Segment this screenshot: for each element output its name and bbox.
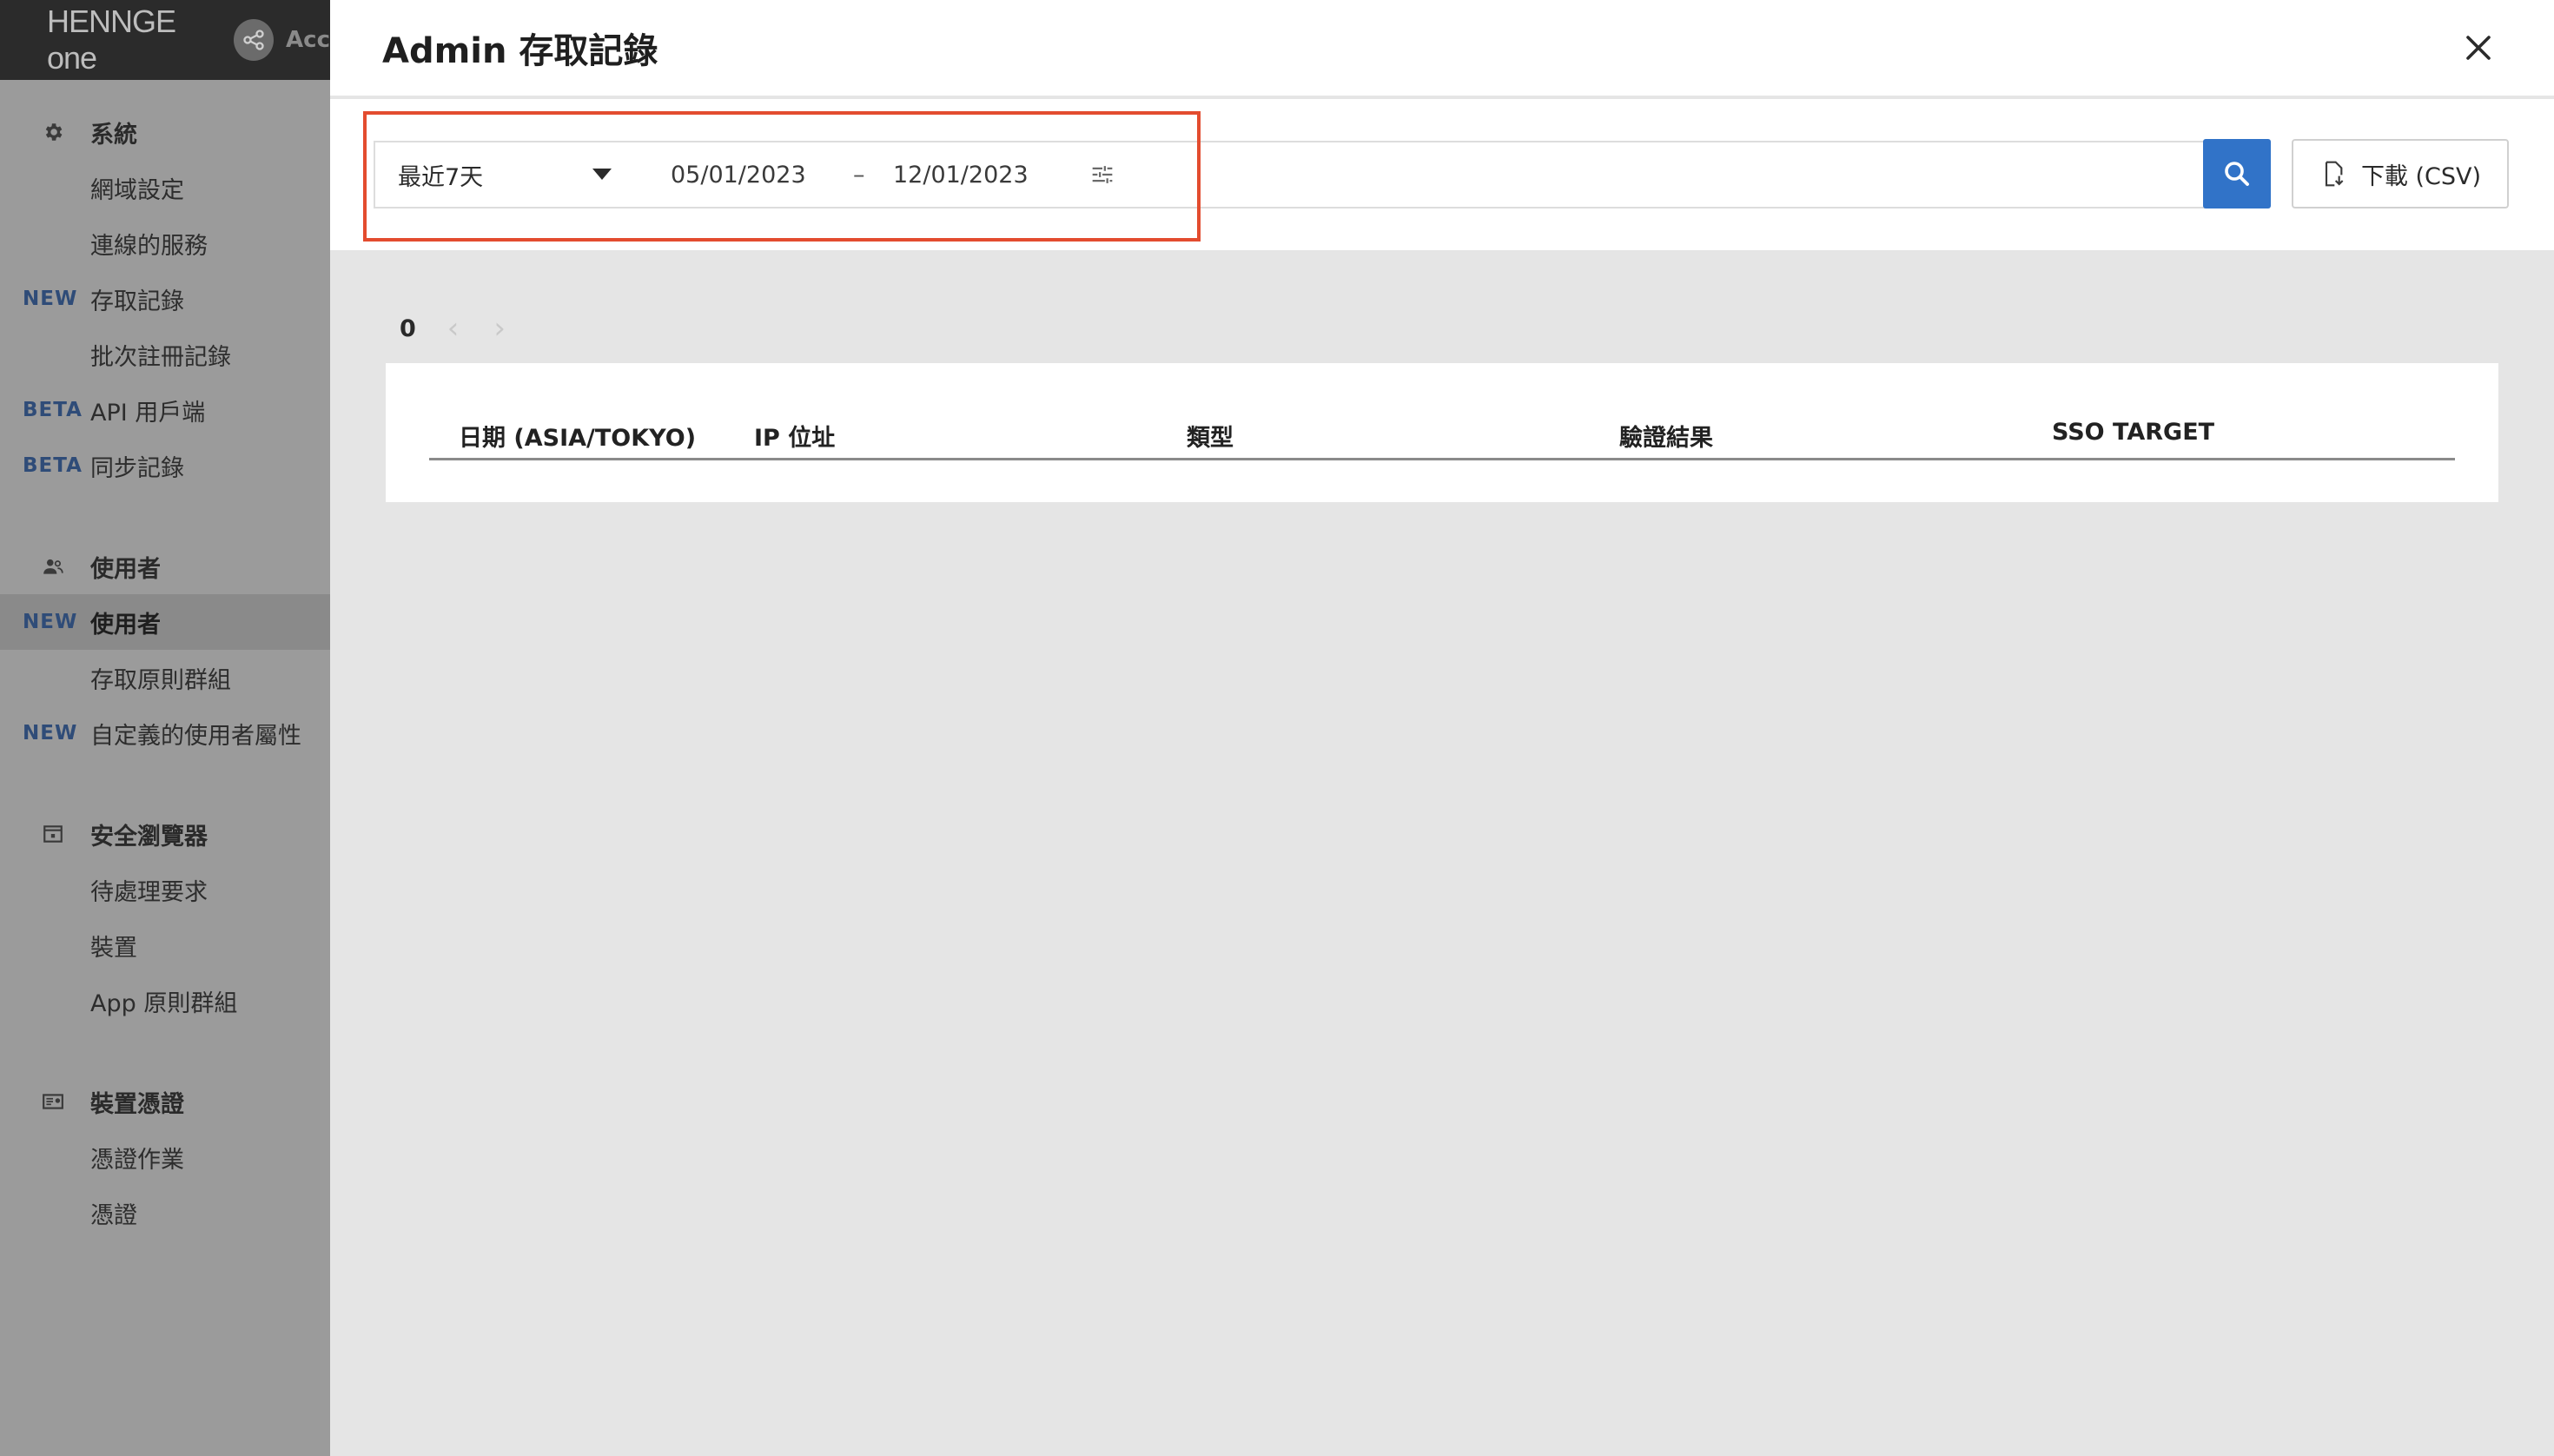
- sidebar-item-custom-user-attributes[interactable]: NEW 自定義的使用者屬性: [0, 705, 330, 761]
- sidebar-item-label: 同步記錄: [90, 454, 184, 482]
- sidebar-item-label: 批次註冊記錄: [90, 343, 231, 371]
- panel-header: Admin 存取記錄: [330, 0, 2554, 97]
- beta-badge: BETA: [23, 399, 83, 421]
- column-header-date[interactable]: 日期 (ASIA/TOKYO): [459, 419, 696, 453]
- sidebar-group-label: 使用者: [90, 555, 161, 583]
- sidebar-item-certificate-jobs[interactable]: 憑證作業: [0, 1129, 330, 1185]
- page-title: Admin 存取記錄: [382, 31, 658, 71]
- date-separator: –: [853, 161, 865, 189]
- sidebar-group-secure-browser: 安全瀏覽器: [0, 806, 330, 862]
- sidebar-item-label: 網域設定: [90, 176, 184, 204]
- access-log-panel: Admin 存取記錄 最近7天 05/01/2023 – 12/01/2023: [330, 0, 2554, 1456]
- sidebar-group-device-certificates: 裝置憑證: [0, 1074, 330, 1129]
- app-root: HENNGE one Acc 系統 網域設定 連線的服務 NEW 存取記錄 批次…: [0, 0, 2554, 1456]
- date-from-field[interactable]: 05/01/2023: [671, 142, 844, 207]
- search-icon: [2225, 162, 2249, 186]
- sidebar-item-access-logs[interactable]: NEW 存取記錄: [0, 271, 330, 327]
- table-header: 日期 (ASIA/TOKYO) IP 位址 類型 驗證結果 SSO TARGET: [429, 407, 2455, 460]
- sidebar-item-label: 自定義的使用者屬性: [90, 722, 301, 750]
- close-icon: [2466, 36, 2491, 60]
- sidebar-item-bulk-registration-logs[interactable]: 批次註冊記錄: [0, 327, 330, 382]
- sidebar-item-label: API 用戶端: [90, 399, 206, 427]
- sidebar-group-label: 裝置憑證: [90, 1090, 184, 1118]
- device-certificate-icon: [40, 1089, 66, 1115]
- sidebar-item-domain-settings[interactable]: 網域設定: [0, 160, 330, 215]
- brand-logo-icon: [234, 19, 275, 61]
- brand-bar: HENNGE one Acc: [0, 0, 330, 80]
- access-log-table: 日期 (ASIA/TOKYO) IP 位址 類型 驗證結果 SSO TARGET: [386, 363, 2498, 502]
- download-file-icon: [2325, 161, 2344, 187]
- sidebar-group-label: 安全瀏覽器: [90, 823, 208, 850]
- sidebar-item-label: 憑證作業: [90, 1146, 184, 1174]
- column-header-auth-result[interactable]: 驗證結果: [1619, 419, 1713, 453]
- column-header-sso-target[interactable]: SSO TARGET: [2052, 419, 2214, 446]
- sidebar-group-label: 系統: [90, 121, 137, 149]
- secure-browser-icon: [40, 821, 66, 847]
- date-range-select[interactable]: 最近7天: [377, 142, 629, 207]
- sidebar-item-pending-requests[interactable]: 待處理要求: [0, 862, 330, 917]
- filter-settings-icon[interactable]: [1088, 160, 1117, 189]
- result-count: 0: [400, 314, 416, 342]
- sidebar-group-users: 使用者: [0, 539, 330, 594]
- pagination: 0 ‹ ›: [400, 309, 506, 347]
- gear-icon: [40, 119, 66, 145]
- new-badge: NEW: [23, 722, 78, 745]
- sidebar-item-label: 裝置: [90, 934, 137, 962]
- column-header-ip[interactable]: IP 位址: [754, 419, 835, 453]
- sidebar-item-label: 憑證: [90, 1201, 137, 1229]
- sidebar-item-api-clients[interactable]: BETA API 用戶端: [0, 382, 330, 438]
- search-button[interactable]: [2203, 139, 2271, 208]
- sidebar: HENNGE one Acc 系統 網域設定 連線的服務 NEW 存取記錄 批次…: [0, 0, 330, 1456]
- sidebar-item-label: 連線的服務: [90, 232, 208, 260]
- beta-badge: BETA: [23, 454, 83, 477]
- close-button[interactable]: [2455, 24, 2502, 71]
- sidebar-item-sync-logs[interactable]: BETA 同步記錄: [0, 438, 330, 493]
- sidebar-item-app-policy-groups[interactable]: App 原則群組: [0, 973, 330, 1029]
- brand-extra: Acc: [286, 27, 330, 53]
- new-badge: NEW: [23, 288, 78, 310]
- download-csv-label: 下載 (CSV): [2360, 162, 2482, 190]
- sidebar-item-label: 使用者: [90, 611, 161, 639]
- sidebar-nav: 系統 網域設定 連線的服務 NEW 存取記錄 批次註冊記錄 BETA API 用…: [0, 104, 330, 1241]
- date-to-field[interactable]: 12/01/2023: [893, 142, 1067, 207]
- users-icon: [40, 553, 66, 579]
- sidebar-item-devices[interactable]: 裝置: [0, 917, 330, 973]
- sidebar-item-label: 待處理要求: [90, 878, 208, 906]
- sidebar-item-access-policy-groups[interactable]: 存取原則群組: [0, 650, 330, 705]
- download-csv-button[interactable]: 下載 (CSV): [2292, 139, 2509, 208]
- sidebar-group-system: 系統: [0, 104, 330, 160]
- caret-down-icon: [592, 169, 612, 180]
- sidebar-item-certificates[interactable]: 憑證: [0, 1185, 330, 1241]
- column-header-type[interactable]: 類型: [1187, 419, 1234, 453]
- sidebar-item-label: 存取記錄: [90, 288, 184, 315]
- sidebar-item-connected-services[interactable]: 連線的服務: [0, 215, 330, 271]
- next-page-icon[interactable]: ›: [493, 311, 506, 346]
- date-range-value: 最近7天: [398, 163, 484, 191]
- filter-input-group: 最近7天 05/01/2023 – 12/01/2023: [374, 141, 2208, 208]
- sidebar-item-users[interactable]: NEW 使用者: [0, 594, 330, 650]
- new-badge: NEW: [23, 611, 78, 633]
- sidebar-item-label: App 原則群組: [90, 989, 238, 1017]
- filter-bar: 最近7天 05/01/2023 – 12/01/2023 下載 (CSV): [330, 99, 2554, 250]
- sidebar-item-label: 存取原則群組: [90, 666, 231, 694]
- brand-name: HENNGE one: [47, 3, 176, 76]
- prev-page-icon[interactable]: ‹: [447, 311, 460, 346]
